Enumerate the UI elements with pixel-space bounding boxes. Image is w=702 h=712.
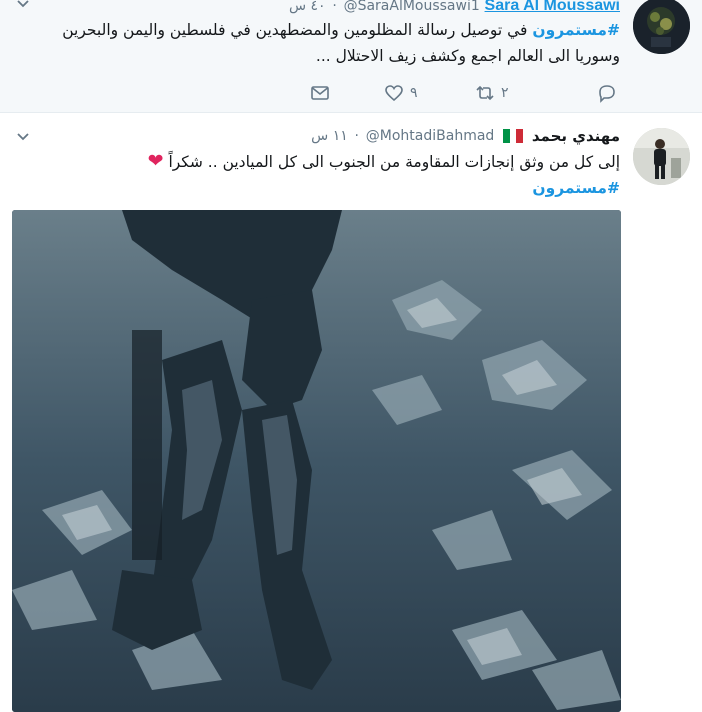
avatar[interactable] <box>633 128 690 185</box>
tweet-text: إلى كل من وثق إنجازات المقاومة من الجنوب… <box>15 148 620 201</box>
tweet-card-1[interactable]: ٤٠ س · @SaraAlMoussawi1 Sara Al Moussawi… <box>0 0 702 113</box>
like-icon <box>385 85 403 102</box>
separator-dot: · <box>354 127 359 144</box>
italy-flag-icon <box>503 128 524 143</box>
tweet-header: ١١ س · @MohtadiBahmad مهندي بحمد <box>311 126 620 148</box>
tweet-text-line-1: إلى كل من وثق إنجازات المقاومة من الجنوب… <box>168 153 620 171</box>
tweet-text: #مستمرون في توصيل رسالة المظلومين والمضط… <box>15 17 620 69</box>
tweet-photo[interactable] <box>12 210 621 712</box>
avatar[interactable] <box>633 0 690 54</box>
timestamp[interactable]: ٤٠ س <box>289 0 326 14</box>
timestamp[interactable]: ١١ س <box>311 128 348 144</box>
tweet-actions: ٢ ٩ <box>0 80 702 106</box>
tweet-text-line-2: وسوريا الى العالم اجمع وكشف زيف الاحتلال… <box>315 47 620 65</box>
reply-icon <box>599 85 615 103</box>
hashtag-link[interactable]: #مستمرون <box>532 21 620 39</box>
retweet-count: ٢ <box>501 85 509 101</box>
like-button[interactable]: ٩ <box>384 80 418 106</box>
user-handle[interactable]: @SaraAlMoussawi1 <box>344 0 480 14</box>
like-count: ٩ <box>410 85 418 101</box>
user-handle[interactable]: @MohtadiBahmad <box>366 128 495 144</box>
chevron-down-icon[interactable] <box>17 133 29 141</box>
chevron-down-icon[interactable] <box>17 0 29 8</box>
retweet-icon <box>476 85 494 101</box>
heart-icon: ❤ <box>147 150 164 172</box>
reply-button[interactable] <box>597 80 617 106</box>
message-icon <box>311 86 329 100</box>
hashtag-link[interactable]: #مستمرون <box>532 179 620 197</box>
tweet-text-line-1: في توصيل رسالة المظلومين والمضطهدين في ف… <box>62 21 533 39</box>
display-name[interactable]: Sara Al Moussawi <box>485 0 620 15</box>
tweet-header: ٤٠ س · @SaraAlMoussawi1 Sara Al Moussawi <box>289 0 620 18</box>
display-name[interactable]: مهندي بحمد <box>532 127 620 145</box>
direct-message-button[interactable] <box>310 80 330 106</box>
separator-dot: · <box>332 0 337 14</box>
tweet-card-2[interactable]: ١١ س · @MohtadiBahmad مهندي بحمد إلى كل … <box>0 114 702 712</box>
photo-soldier-on-rocks <box>12 210 621 712</box>
retweet-button[interactable]: ٢ <box>475 80 509 106</box>
